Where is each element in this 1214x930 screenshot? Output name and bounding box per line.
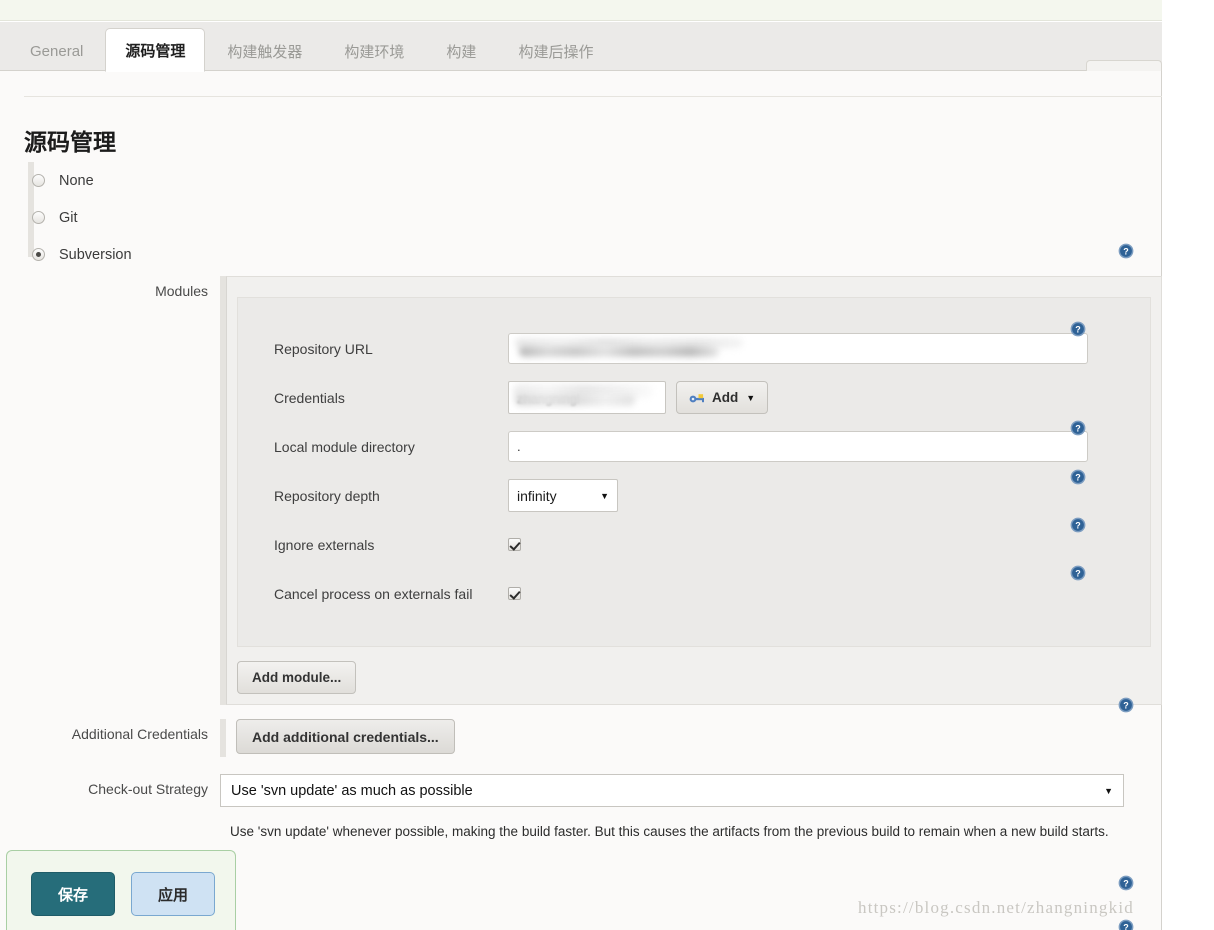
add-additional-credentials-button[interactable]: Add additional credentials... [236,719,455,754]
scm-radio-group: None Git Subversion [28,162,1138,273]
scm-option-none[interactable]: None [28,162,1138,199]
scm-form-area: Modules Repository URL Credentials Add ▼… [28,276,1162,842]
add-credentials-button[interactable]: Add ▼ [676,381,769,414]
help-icon-subversion[interactable]: ? [1118,243,1134,259]
tab-general[interactable]: General [10,30,103,71]
svg-text:?: ? [1123,879,1129,889]
floating-action-bar: 保存 应用 [6,850,236,930]
add-credentials-label: Add [712,390,739,405]
ignore-externals-checkbox[interactable] [508,538,521,551]
field-repository-depth: Repository depth infinity ▼ [238,471,1150,520]
page-title: 源码管理 [24,129,116,156]
apply-button[interactable]: 应用 [131,872,215,916]
modules-panel: Repository URL Credentials zhangningl [226,276,1162,705]
chevron-down-icon: ▼ [600,490,609,501]
config-tabbar: General 源码管理 构建触发器 构建环境 构建 构建后操作 [0,22,1162,72]
help-icon-repository-url[interactable]: ? [1070,321,1086,337]
local-module-directory-input[interactable]: . [508,431,1088,462]
checkout-strategy-label: Check-out Strategy [88,781,208,797]
help-icon-repository-depth[interactable]: ? [1070,469,1086,485]
svg-text:?: ? [1123,701,1129,711]
config-content: 源码管理 None Git Subversion ? Modules Repos… [0,71,1162,930]
repository-url-label: Repository URL [274,340,373,357]
repository-depth-select[interactable]: infinity ▼ [508,479,618,512]
help-icon-ignore-externals[interactable]: ? [1070,517,1086,533]
radio-icon-subversion[interactable] [32,248,45,261]
title-divider [24,96,1162,97]
help-icon-bottom-option[interactable]: ? [1118,919,1134,930]
radio-icon-none[interactable] [32,174,45,187]
ignore-externals-label: Ignore externals [274,536,375,553]
repository-url-input[interactable] [508,333,1088,364]
scm-option-none-label: None [59,172,94,189]
watermark: https://blog.csdn.net/zhangningkid [858,898,1134,917]
key-icon [689,392,706,404]
modules-label: Modules [155,283,208,299]
credentials-select[interactable]: zhangningl [508,381,666,414]
redaction-blur [519,346,719,357]
svg-text:?: ? [1075,325,1081,335]
modules-row: Modules Repository URL Credentials Add ▼… [28,276,1162,705]
redaction-blur [515,394,635,406]
field-cancel-process-on-externals-fail: Cancel process on externals fail [238,569,1150,618]
scm-option-subversion[interactable]: Subversion [28,236,1138,273]
tab-build-environment[interactable]: 构建环境 [324,30,424,71]
svg-text:?: ? [1075,473,1081,483]
checkout-strategy-value: Use 'svn update' as much as possible [231,782,473,799]
tab-build[interactable]: 构建 [426,30,496,71]
tab-list: General 源码管理 构建触发器 构建环境 构建 构建后操作 [10,22,615,72]
chevron-down-icon: ▼ [746,392,756,403]
credentials-label: Credentials [274,389,345,406]
tab-post-build-actions[interactable]: 构建后操作 [498,30,613,71]
scm-option-git[interactable]: Git [28,199,1138,236]
scm-option-subversion-label: Subversion [59,246,132,263]
help-icon-cancel-process[interactable]: ? [1070,565,1086,581]
chevron-down-icon: ▼ [1104,785,1113,796]
field-repository-url: Repository URL [238,324,1150,373]
svg-text:?: ? [1075,424,1081,434]
jenkins-job-config-page: General 源码管理 构建触发器 构建环境 构建 构建后操作 源码管理 No… [0,0,1214,930]
repository-depth-value: infinity [517,487,557,504]
help-icon-local-module-directory[interactable]: ? [1070,420,1086,436]
top-strip [0,0,1162,21]
radio-icon-git[interactable] [32,211,45,224]
help-icon-additional-credentials[interactable]: ? [1118,697,1134,713]
local-module-directory-label: Local module directory [274,438,415,455]
svg-text:?: ? [1075,569,1081,579]
tab-build-triggers[interactable]: 构建触发器 [207,30,322,71]
cancel-process-checkbox[interactable] [508,587,521,600]
add-module-button[interactable]: Add module... [237,661,357,694]
field-ignore-externals: Ignore externals [238,520,1150,569]
save-button[interactable]: 保存 [31,872,115,916]
additional-credentials-label: Additional Credentials [71,726,208,742]
field-local-module-directory: Local module directory . [238,422,1150,471]
svg-text:?: ? [1123,923,1129,930]
checkout-strategy-description: Use 'svn update' whenever possible, maki… [230,824,1109,839]
checkout-strategy-select[interactable]: Use 'svn update' as much as possible ▼ [220,774,1124,807]
repository-depth-label: Repository depth [274,487,380,504]
cancel-process-label: Cancel process on externals fail [274,585,473,602]
additional-credentials-row: Additional Credentials Add additional cr… [28,719,1162,757]
checkout-strategy-row: Check-out Strategy Use 'svn update' as m… [28,774,1162,842]
help-icon-checkout-strategy[interactable]: ? [1118,875,1134,891]
module-entry: Repository URL Credentials zhangningl [237,297,1151,647]
field-credentials: Credentials zhangningl [238,373,1150,422]
svg-text:?: ? [1075,521,1081,531]
svg-text:?: ? [1123,247,1129,257]
tab-source-code-management[interactable]: 源码管理 [105,28,206,72]
scm-option-git-label: Git [59,209,78,226]
